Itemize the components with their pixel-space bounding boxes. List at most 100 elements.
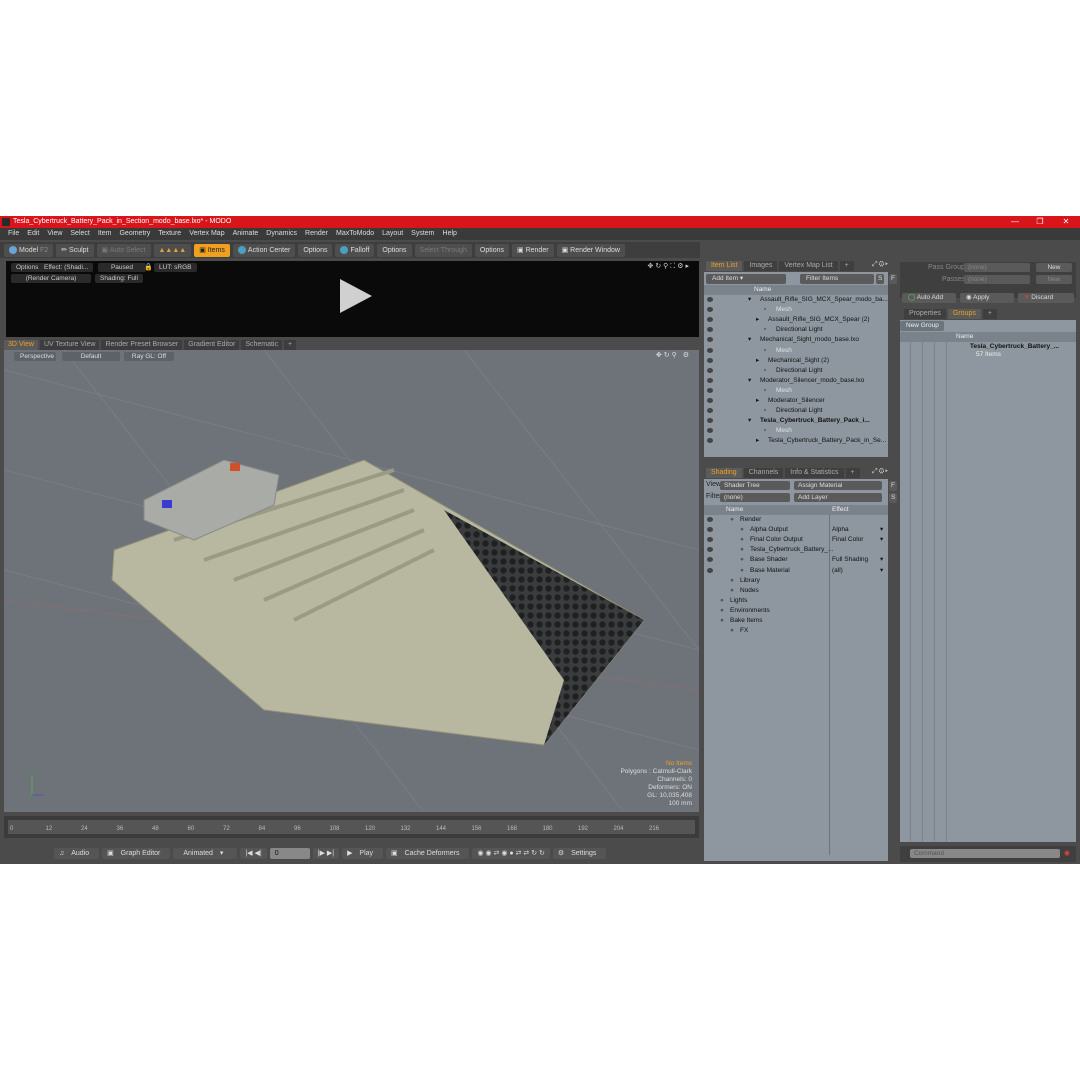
add-layer-dropdown[interactable]: Add Layer [794,493,882,502]
shader-row[interactable]: ● FX [704,626,888,636]
viewport-tab[interactable]: Schematic [241,340,282,350]
shader-effect-dropdown[interactable]: Final Color [832,535,863,545]
menu-item[interactable]: Edit [23,228,43,240]
animated-dropdown[interactable]: Animated ▾ [173,847,238,859]
expand-arrow-icon[interactable]: ▾ [748,376,751,386]
viewport-tab[interactable]: UV Texture View [39,340,100,350]
shader-row[interactable]: ● Final Color Output Final Color ▾ [704,535,888,545]
panel-tab[interactable]: + [839,261,854,271]
render-window-button[interactable]: ▣ Render Window [556,243,625,257]
expand-arrow-icon[interactable]: ▾ [748,335,751,345]
menu-item[interactable]: View [43,228,66,240]
timeline-ruler[interactable]: 0 12 24 36 48 60 72 84 96 108 120 132 144 156 168 180 19… [8,820,695,834]
menu-item[interactable]: Layout [378,228,407,240]
key-tool-icons[interactable]: ◉ ◉ ⇄ ◉ ● ⇄ ⇄ ↻ ↻ [472,847,550,859]
sculpt-tab[interactable]: ✏ Sculpt [56,243,94,257]
item-row[interactable]: ▫ Directional Light [704,366,888,376]
shading-dropdown[interactable]: Shading: Full [95,274,143,283]
visibility-eye-icon[interactable] [707,567,713,573]
panel-tab[interactable]: Info & Statistics [785,468,844,478]
auto-add-button[interactable]: ◯ Auto Add [902,293,956,303]
visibility-eye-icon[interactable] [707,327,713,333]
graph-editor-button[interactable]: ▣ Graph Editor [102,847,171,859]
shader-row[interactable]: ● Lights [704,596,888,606]
shading-panel-icons[interactable]: ⤢⚙▸ [872,468,889,476]
viewport-tab[interactable]: 3D View [4,340,38,350]
lock-icon[interactable]: 🔒 [144,263,153,271]
visibility-eye-icon[interactable] [707,537,713,543]
3d-viewport[interactable]: Perspective Default Ray GL: Off ✥↻⚲ ⚙ No… [4,350,699,812]
panel-tab[interactable]: Properties [904,309,946,319]
maximize-button[interactable]: ❐ [1028,216,1052,228]
expand-arrow-icon[interactable]: ▾ [748,295,751,305]
play-button[interactable]: ▶ Play [342,847,384,859]
viewport-tab[interactable]: Gradient Editor [184,340,240,350]
item-type-icon[interactable]: ▫ [764,346,766,356]
item-type-icon[interactable]: ▸ [756,436,759,446]
visibility-eye-icon[interactable] [707,408,713,414]
visibility-eye-icon[interactable] [707,357,713,363]
shading-s-button[interactable]: S [889,493,898,503]
new-pass-button[interactable]: New [1036,275,1072,284]
panel-tab[interactable]: Groups [947,309,981,319]
dropdown-arrow-icon[interactable]: ▾ [880,566,883,576]
shader-row[interactable]: ● Alpha Output Alpha ▾ [704,525,888,535]
auto-select-button[interactable]: ▣ Auto Select [96,243,151,257]
shader-effect-dropdown[interactable]: (all) [832,566,843,576]
visibility-eye-icon[interactable] [707,557,713,563]
menu-item[interactable]: Dynamics [262,228,301,240]
render-preview[interactable]: Options Effect: (Shadi... Paused 🔒 LUT: … [6,261,699,337]
raygl-dropdown[interactable]: Ray GL: Off [124,352,174,361]
item-row[interactable]: ▸ Mechanical_Sight (2) [704,356,888,366]
new-group-button[interactable]: New Group [900,321,944,331]
preview-controls-icons[interactable]: ✥↻⚲⛶⚙▸ [647,262,691,271]
dropdown-arrow-icon[interactable]: ▾ [880,525,883,535]
panel-tab[interactable]: Images [744,261,778,271]
item-type-icon[interactable]: ▫ [764,426,766,436]
panel-tab[interactable]: + [845,468,860,478]
panel-tab[interactable]: Shading [706,468,742,478]
item-row[interactable]: ▫ Directional Light [704,325,888,335]
menu-item[interactable]: Help [439,228,461,240]
menu-item[interactable]: Animate [229,228,263,240]
item-type-icon[interactable]: ▫ [764,305,766,315]
item-row[interactable]: ▸ Assault_Rifle_SIG_MCX_Spear (2) [704,315,888,325]
shader-row[interactable]: ● Library [704,576,888,586]
selection-mode-icons[interactable]: ▲▲▲▲ [153,243,192,257]
visibility-eye-icon[interactable] [707,438,713,444]
preview-effect-dropdown[interactable]: Effect: (Shadi... [39,263,94,272]
menu-item[interactable]: Render [301,228,332,240]
action-center-button[interactable]: Action Center [232,243,296,257]
visibility-eye-icon[interactable] [707,527,713,533]
panel-tab[interactable]: + [982,309,997,319]
model-tab[interactable]: Model F2 [4,243,54,257]
visibility-eye-icon[interactable] [707,387,713,393]
select-through-button[interactable]: Select Through [414,243,472,257]
visibility-eye-icon[interactable] [707,347,713,353]
add-item-dropdown[interactable]: Add Item ▾ [706,274,786,284]
shader-row[interactable]: ● Bake Items [704,616,888,626]
default-dropdown[interactable]: Default [62,352,120,361]
new-pass-group-button[interactable]: New [1036,263,1072,272]
shader-row[interactable]: ● Base Material (all) ▾ [704,566,888,576]
item-row[interactable]: ▫ Mesh [704,426,888,436]
options-button-3[interactable]: Options [474,243,510,257]
shader-row[interactable]: ● Environments [704,606,888,616]
item-type-icon[interactable]: ▫ [764,406,766,416]
item-row[interactable]: ▾ Mechanical_Sight_modo_base.lxo [704,335,888,345]
visibility-eye-icon[interactable] [707,398,713,403]
shader-row[interactable]: ● Base Shader Full Shading ▾ [704,555,888,565]
item-row[interactable]: ▫ Mesh [704,386,888,396]
item-type-icon[interactable]: ▫ [764,325,766,335]
filter-dropdown[interactable]: (none) [720,493,790,502]
expand-arrow-icon[interactable]: ▾ [748,416,751,426]
visibility-eye-icon[interactable] [707,297,713,302]
menu-item[interactable]: Select [66,228,93,240]
camera-dropdown[interactable]: (Render Camera) [11,274,91,283]
menu-item[interactable]: Geometry [115,228,154,240]
shading-f-button[interactable]: F [889,481,897,491]
item-type-icon[interactable]: ▸ [756,396,759,406]
item-row[interactable]: ▾ Assault_Rifle_SIG_MCX_Spear_modo_ba... [704,295,888,305]
item-type-icon[interactable]: ▫ [764,386,766,396]
viewport-tab[interactable]: + [284,340,297,350]
